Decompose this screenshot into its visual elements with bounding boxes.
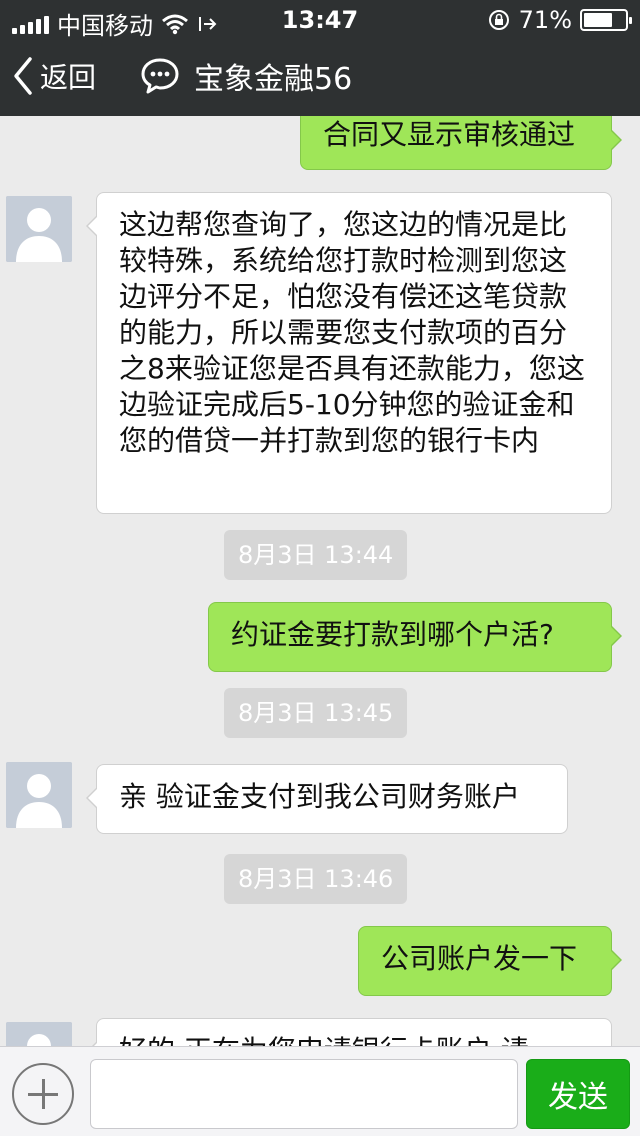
send-button[interactable]: 发送: [526, 1059, 630, 1129]
avatar[interactable]: [6, 196, 72, 262]
message-bubble[interactable]: 公司账户发一下: [358, 926, 612, 996]
message-incoming[interactable]: 亲 验证金支付到我公司财务账户: [96, 764, 568, 834]
message-bubble[interactable]: 合同又显示审核通过: [300, 116, 612, 170]
avatar[interactable]: [6, 1022, 72, 1046]
battery-fill: [584, 13, 613, 27]
status-bar: 中国移动 13:47 71%: [0, 0, 640, 40]
message-bubble[interactable]: 这边帮您查询了，您这边的情况是比较特殊，系统给您打款时检测到您这边评分不足，怕您…: [96, 192, 612, 514]
message-outgoing[interactable]: 合同又显示审核通过: [300, 116, 612, 170]
chat-title: 宝象金融56: [140, 54, 352, 98]
timestamp: 8月3日 13:45: [224, 688, 408, 738]
message-incoming[interactable]: 这边帮您查询了，您这边的情况是比较特殊，系统给您打款时检测到您这边评分不足，怕您…: [96, 192, 612, 514]
back-button[interactable]: 返回: [12, 56, 96, 96]
input-bar: 发送: [0, 1046, 640, 1136]
battery-percent: 71%: [518, 6, 572, 34]
status-right: 71%: [487, 6, 632, 34]
message-bubble[interactable]: 好的 正在为您申请银行卡账户 请: [96, 1018, 612, 1046]
message-input[interactable]: [90, 1059, 518, 1129]
chevron-left-icon: [14, 57, 32, 95]
message-outgoing[interactable]: 约证金要打款到哪个户活?: [208, 602, 612, 672]
battery-icon: [580, 9, 632, 31]
timestamp: 8月3日 13:46: [224, 854, 408, 904]
message-bubble[interactable]: 约证金要打款到哪个户活?: [208, 602, 612, 672]
add-attachment-button[interactable]: [12, 1063, 74, 1125]
nav-bar: 返回 宝象金融56: [0, 40, 640, 116]
chat-bubble-icon: [141, 58, 179, 94]
default-avatar-icon: [6, 1022, 72, 1046]
rotation-lock-icon: [488, 10, 509, 30]
default-avatar-icon: [6, 196, 72, 262]
message-list[interactable]: 合同又显示审核通过 这边帮您查询了，您这边的情况是比较特殊，系统给您打款时检测到…: [0, 116, 640, 1046]
default-avatar-icon: [6, 762, 72, 828]
timestamp: 8月3日 13:44: [224, 530, 408, 580]
chat-title-text: 宝象金融56: [194, 62, 353, 97]
message-incoming[interactable]: 好的 正在为您申请银行卡账户 请: [96, 1018, 612, 1046]
back-label: 返回: [40, 61, 97, 94]
avatar[interactable]: [6, 762, 72, 828]
message-outgoing[interactable]: 公司账户发一下: [358, 926, 612, 996]
message-bubble[interactable]: 亲 验证金支付到我公司财务账户: [96, 764, 568, 834]
